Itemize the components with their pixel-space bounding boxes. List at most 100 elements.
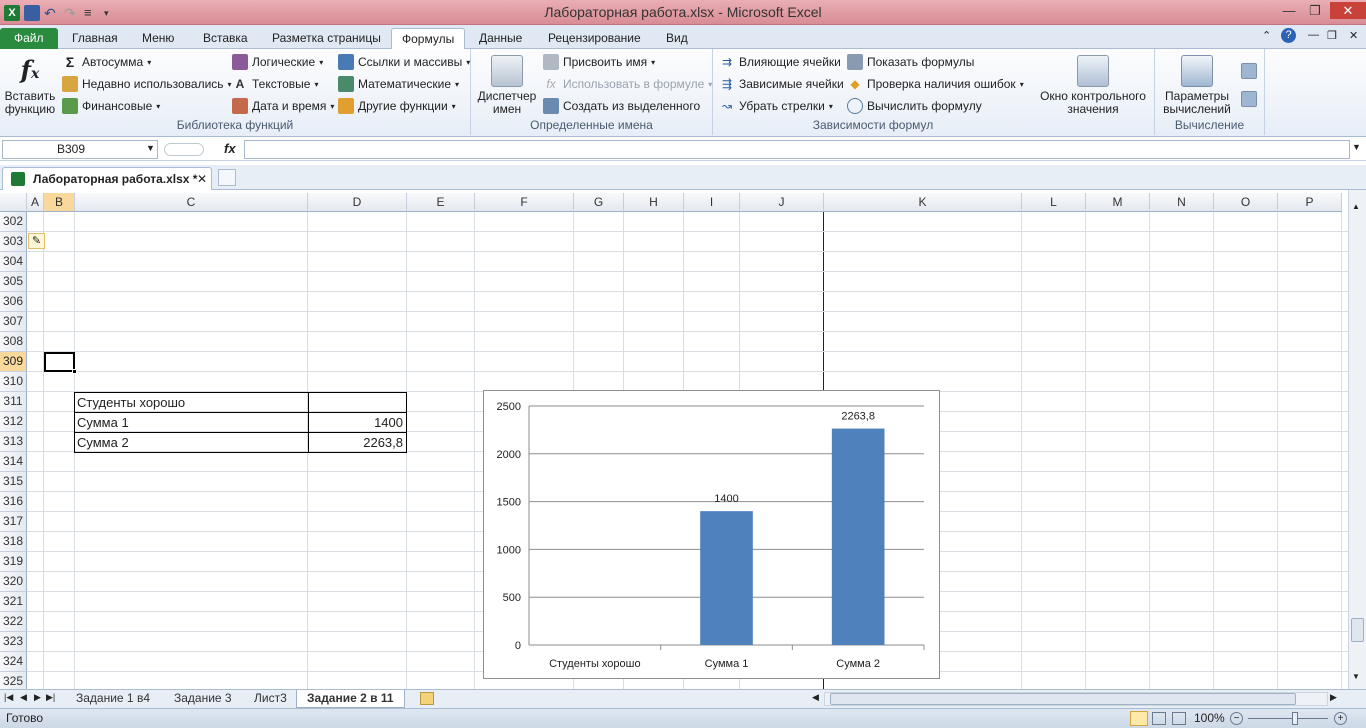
prev-sheet-icon[interactable]: ◀ <box>20 692 27 703</box>
tab-file[interactable]: Файл <box>0 28 58 49</box>
row-header[interactable]: 311 <box>0 392 27 412</box>
row-header[interactable]: 320 <box>0 572 27 592</box>
recent-functions-button[interactable]: Недавно использовались ▾ <box>62 74 232 94</box>
column-header-g[interactable]: G <box>574 193 624 212</box>
zoom-slider[interactable] <box>1248 718 1328 719</box>
row-header[interactable]: 318 <box>0 532 27 552</box>
text-functions-button[interactable]: A Текстовые ▾ <box>232 74 319 94</box>
column-header-o[interactable]: O <box>1214 193 1278 212</box>
row-header[interactable]: 321 <box>0 592 27 612</box>
zoom-slider-thumb[interactable] <box>1292 712 1298 725</box>
row-header[interactable]: 304 <box>0 252 27 272</box>
cell-d313[interactable]: 2263,8 <box>308 433 405 453</box>
sheet-tab-3[interactable]: Лист3 <box>244 690 297 708</box>
other-functions-button[interactable]: Другие функции ▾ <box>338 96 456 116</box>
hscroll-left-icon[interactable]: ◀ <box>812 692 819 703</box>
sheet-tab-4[interactable]: Задание 2 в 11 <box>296 690 405 708</box>
column-header-m[interactable]: M <box>1086 193 1150 212</box>
new-workbook-icon[interactable] <box>218 169 236 186</box>
column-header-i[interactable]: I <box>684 193 740 212</box>
row-header[interactable]: 323 <box>0 632 27 652</box>
name-manager-button[interactable]: Диспетчер имен <box>475 55 539 116</box>
formula-input[interactable] <box>244 140 1350 159</box>
column-header-n[interactable]: N <box>1150 193 1214 212</box>
create-from-selection-button[interactable]: Создать из выделенного <box>543 96 700 116</box>
row-header[interactable]: 315 <box>0 472 27 492</box>
fill-handle[interactable] <box>72 369 77 374</box>
cell-c313[interactable]: Сумма 2 <box>75 433 305 453</box>
page-break-view-icon[interactable] <box>1172 712 1186 725</box>
evaluate-formula-button[interactable]: Вычислить формулу <box>847 96 982 116</box>
hscroll-right-icon[interactable]: ▶ <box>1330 692 1337 703</box>
row-header[interactable]: 325 <box>0 672 27 689</box>
workbook-restore-icon[interactable]: ❐ <box>1327 29 1337 42</box>
bar-chart[interactable]: 0 500 1000 1500 2000 2500 Студенты хорошо 1400 С… <box>483 390 940 679</box>
row-header[interactable]: 305 <box>0 272 27 292</box>
row-header[interactable]: 302 <box>0 212 27 232</box>
row-header[interactable]: 322 <box>0 612 27 632</box>
next-sheet-icon[interactable]: ▶ <box>34 692 41 703</box>
logical-button[interactable]: Логические ▾ <box>232 52 323 72</box>
cell-d312[interactable]: 1400 <box>308 413 405 433</box>
watch-window-button[interactable]: Окно контрольного значения <box>1035 55 1151 116</box>
sheet-tab-1[interactable]: Задание 1 в4 <box>66 690 160 708</box>
error-check-button[interactable]: ◆ Проверка наличия ошибок ▾ <box>847 74 1023 94</box>
scroll-up-icon[interactable]: ▲ <box>1352 202 1360 211</box>
tab-insert[interactable]: Вставка <box>193 28 258 49</box>
paste-brush-icon[interactable]: ✎ <box>28 233 45 249</box>
column-header-h[interactable]: H <box>624 193 684 212</box>
namebox-dropdown-icon[interactable]: ▼ <box>146 143 155 153</box>
select-all-corner[interactable] <box>0 193 27 212</box>
row-header[interactable]: 306 <box>0 292 27 312</box>
zoom-out-icon[interactable]: − <box>1230 712 1243 725</box>
financial-button[interactable]: Финансовые ▾ <box>62 96 160 116</box>
vertical-scrollbar[interactable]: ▲ ▼ <box>1348 190 1366 689</box>
ribbon-collapse-icon[interactable]: ⌃ <box>1262 29 1271 42</box>
workbook-minimize-icon[interactable]: — <box>1308 29 1319 41</box>
tab-home[interactable]: Главная <box>62 28 128 49</box>
calc-options-button[interactable]: Параметры вычислений <box>1159 55 1235 116</box>
sheet-tab-2[interactable]: Задание 3 <box>164 690 242 708</box>
first-sheet-icon[interactable]: |◀ <box>4 692 13 703</box>
show-formulas-button[interactable]: Показать формулы <box>847 52 974 72</box>
row-header[interactable]: 319 <box>0 552 27 572</box>
row-header[interactable]: 324 <box>0 652 27 672</box>
row-header[interactable]: 313 <box>0 432 27 452</box>
tab-view[interactable]: Вид <box>656 28 698 49</box>
column-header-b[interactable]: B <box>44 193 75 212</box>
dependents-button[interactable]: ⇶ Зависимые ячейки <box>719 74 844 94</box>
column-header-c[interactable]: C <box>75 193 308 212</box>
row-header[interactable]: 307 <box>0 312 27 332</box>
tab-review[interactable]: Рецензирование <box>538 28 651 49</box>
page-layout-view-icon[interactable] <box>1152 712 1166 725</box>
insert-function-button[interactable]: fx Вставить функцию <box>2 55 58 116</box>
autosum-button[interactable]: Σ Автосумма ▾ <box>62 52 151 72</box>
assign-name-button[interactable]: Присвоить имя ▾ <box>543 52 655 72</box>
tab-data[interactable]: Данные <box>469 28 532 49</box>
column-header-k[interactable]: K <box>824 193 1022 212</box>
remove-arrows-button[interactable]: ↝ Убрать стрелки ▾ <box>719 96 833 116</box>
workbook-tab[interactable]: Лабораторная работа.xlsx * ✕ <box>2 167 212 190</box>
row-header[interactable]: 303 <box>0 232 27 252</box>
row-header[interactable]: 316 <box>0 492 27 512</box>
use-in-formula-button[interactable]: fx Использовать в формуле ▾ <box>543 74 712 94</box>
column-header-e[interactable]: E <box>407 193 475 212</box>
column-header-f[interactable]: F <box>475 193 574 212</box>
workbook-close-icon[interactable]: ✕ <box>1349 29 1358 42</box>
row-header[interactable]: 314 <box>0 452 27 472</box>
minimize-icon[interactable]: — <box>1276 2 1302 19</box>
insert-function-icon[interactable]: fx <box>224 141 236 156</box>
tab-page-layout[interactable]: Разметка страницы <box>262 28 391 49</box>
insert-sheet-icon[interactable] <box>420 692 434 705</box>
scroll-down-icon[interactable]: ▼ <box>1352 672 1360 681</box>
tab-formulas[interactable]: Формулы <box>391 28 466 49</box>
help-icon[interactable]: ? <box>1281 28 1296 43</box>
column-header-j[interactable]: J <box>740 193 824 212</box>
cell-c311[interactable]: Студенты хорошо <box>75 393 305 413</box>
zoom-level[interactable]: 100% <box>1194 709 1225 728</box>
last-sheet-icon[interactable]: ▶| <box>46 692 55 703</box>
zoom-in-icon[interactable]: + <box>1334 712 1347 725</box>
close-icon[interactable]: ✕ <box>1330 2 1366 19</box>
cell-c312[interactable]: Сумма 1 <box>75 413 305 433</box>
lookup-button[interactable]: Ссылки и массивы ▾ <box>338 52 470 72</box>
